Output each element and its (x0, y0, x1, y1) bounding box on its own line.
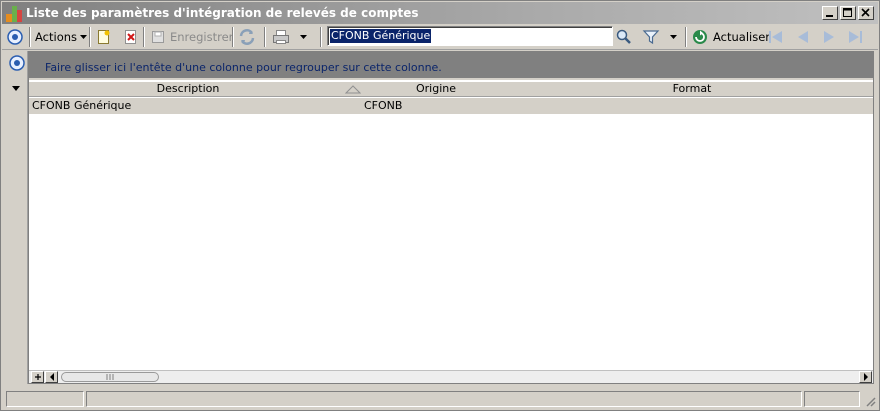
resize-grip-icon[interactable] (864, 395, 876, 407)
previous-record-button[interactable] (794, 26, 812, 48)
title-bar[interactable]: Liste des paramètres d'intégration de re… (2, 2, 878, 24)
save-button[interactable]: Enregistrer (150, 26, 233, 48)
search-icon (616, 29, 631, 44)
status-panel-2 (86, 391, 802, 407)
arrow-left-icon (49, 373, 54, 381)
horizontal-scrollbar[interactable] (29, 370, 873, 383)
chevron-down-icon (300, 35, 307, 39)
table-row[interactable]: CFONB Générique CFONB (29, 98, 873, 114)
print-icon (273, 30, 289, 44)
expand-button[interactable] (31, 371, 44, 383)
delete-icon (125, 30, 136, 44)
grip-icon (106, 374, 114, 380)
first-record-button[interactable] (767, 26, 785, 48)
chevron-down-icon (80, 35, 88, 39)
search-input[interactable]: CFONB Générique (327, 26, 613, 46)
sync-button[interactable] (238, 26, 256, 48)
grid-header: Description Origine Format (29, 82, 873, 97)
window: Liste des paramètres d'intégration de re… (0, 0, 880, 411)
cell-description: CFONB Générique (32, 99, 132, 112)
first-record-icon (769, 31, 782, 43)
print-button[interactable] (272, 26, 310, 48)
filter-icon (642, 30, 660, 45)
new-document-icon (98, 30, 110, 44)
close-icon (861, 8, 870, 17)
column-header-format[interactable]: Format (511, 82, 873, 97)
filter-button[interactable] (642, 26, 680, 48)
refresh-label: Actualiser (713, 30, 771, 44)
next-record-icon (824, 31, 834, 43)
new-button[interactable] (96, 26, 112, 48)
left-panel (6, 51, 28, 384)
last-record-icon (849, 31, 862, 43)
nav-circle-button[interactable] (6, 26, 24, 48)
nav-circle-icon (7, 29, 23, 45)
group-hint-text: Faire glisser ici l'entête d'une colonne… (45, 61, 442, 74)
arrow-right-icon (863, 373, 868, 381)
column-header-description[interactable]: Description (29, 82, 347, 97)
scroll-thumb[interactable] (61, 372, 159, 382)
save-icon (152, 31, 164, 43)
sort-ascending-icon (345, 85, 361, 94)
close-button[interactable] (858, 6, 874, 20)
plus-icon (34, 374, 41, 380)
column-header-origine[interactable]: Origine (361, 82, 511, 97)
last-record-button[interactable] (846, 26, 864, 48)
delete-button[interactable] (123, 26, 139, 48)
panel-toggle-icon[interactable] (8, 54, 26, 72)
status-panel-1 (6, 391, 84, 407)
maximize-icon (843, 8, 852, 17)
cell-origine: CFONB (364, 99, 403, 112)
scroll-left-button[interactable] (45, 371, 58, 383)
actions-menu-button[interactable]: Actions (35, 26, 89, 48)
sync-icon (239, 29, 255, 45)
refresh-button[interactable]: Actualiser (691, 26, 770, 48)
maximize-button[interactable] (840, 6, 856, 20)
group-by-panel[interactable]: Faire glisser ici l'entête d'une colonne… (29, 52, 873, 80)
chevron-down-icon (670, 35, 677, 39)
window-title: Liste des paramètres d'intégration de re… (26, 6, 419, 20)
minimize-button[interactable] (822, 6, 838, 20)
data-grid: Faire glisser ici l'entête d'une colonne… (28, 51, 874, 384)
app-icon (6, 6, 22, 22)
group-dropdown-icon[interactable] (11, 84, 23, 94)
save-label: Enregistrer (170, 30, 234, 44)
search-input-value: CFONB Générique (330, 29, 432, 43)
search-button[interactable] (615, 26, 633, 48)
actions-label: Actions (35, 30, 78, 44)
scroll-right-button[interactable] (859, 371, 872, 383)
status-bar (2, 389, 878, 409)
minimize-icon (826, 15, 833, 17)
next-record-button[interactable] (820, 26, 838, 48)
toolbar: Actions Enregistrer CFONB Générique Actu… (2, 24, 878, 50)
previous-record-icon (798, 31, 808, 43)
refresh-icon (693, 30, 707, 44)
status-panel-3 (804, 391, 860, 407)
